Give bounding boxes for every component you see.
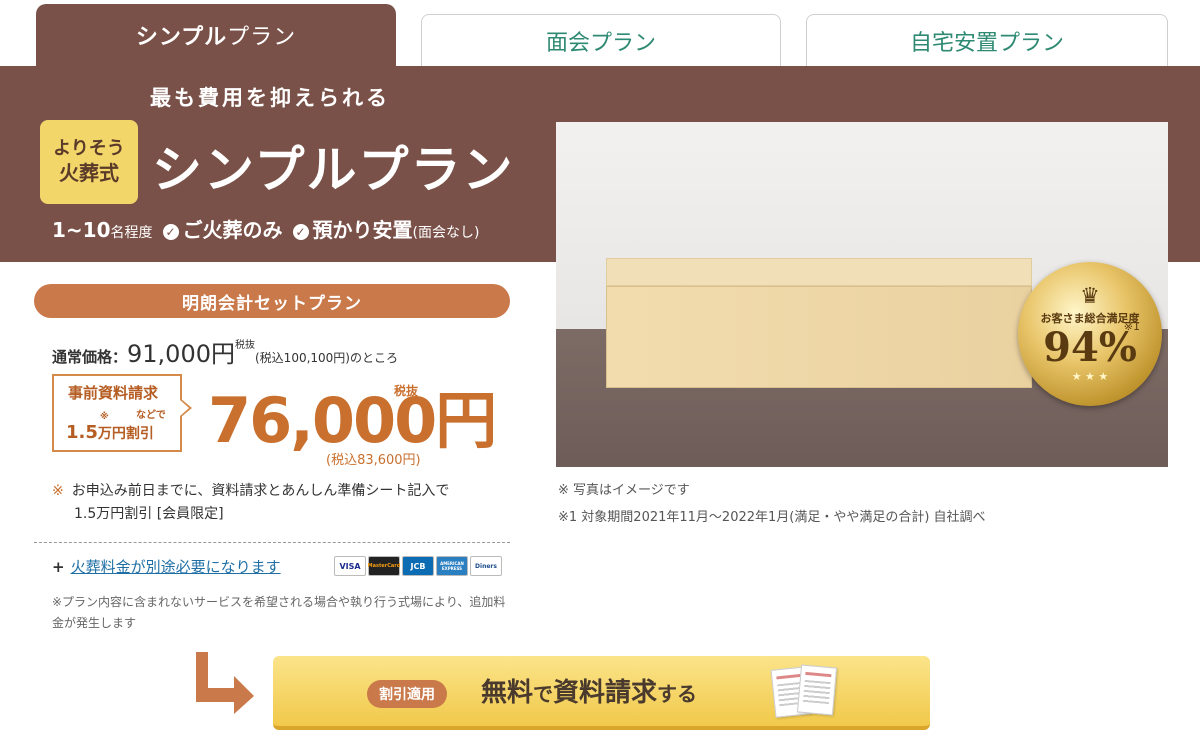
regular-price: 通常価格：91,000円税抜(税込100,100円)のところ <box>52 334 398 369</box>
discount-line2: などで <box>136 410 166 421</box>
card-logos: VISA MasterCard JCB AMERICAN EXPRESS Din… <box>334 556 502 576</box>
regular-price-rest: (税込100,100円)のところ <box>255 351 398 365</box>
plan-pill: 明朗会計セットプラン <box>34 284 510 318</box>
cta-text3: 資料請求 <box>553 678 658 708</box>
tab-visit-plan-label: 面会プラン <box>545 30 656 56</box>
capacity: 1~10名程度 <box>52 218 153 242</box>
feature-storage: ✓ 預かり安置(面会なし) <box>292 214 480 243</box>
jcb-icon: JCB <box>402 556 434 576</box>
plus-icon: + <box>52 558 65 576</box>
stars-icon: ★ ★ ★ <box>1071 369 1109 383</box>
coffin-lid <box>606 258 1032 286</box>
brand-logo-line1: よりそう <box>53 138 125 159</box>
discount-mark: ※ <box>100 412 109 422</box>
brochure-page <box>796 664 838 716</box>
cta-label: 無料で資料請求する <box>481 672 697 709</box>
hero-subtitle: 最も費用を抑えられる <box>150 86 390 110</box>
feature-note: (面会なし) <box>412 225 480 241</box>
discount-box: 事前資料請求 ※ などで 1.5万円割引 <box>52 374 182 452</box>
feature-cremation-label: ご火葬のみ <box>182 218 283 242</box>
brochure-icon <box>770 664 838 720</box>
photo-note: ※ 写真はイメージです <box>558 483 690 498</box>
tab-simple-plan-light: プラン <box>227 25 297 50</box>
visa-icon: VISA <box>334 556 366 576</box>
regular-price-tax: 税抜 <box>235 340 255 351</box>
discount-number: 1.5 <box>66 422 98 443</box>
discount-note-line1: ※ お申込み前日までに、資料請求とあんしん準備シート記入で <box>52 480 512 503</box>
cta-text4: する <box>657 682 698 706</box>
discount-note-text1: お申込み前日までに、資料請求とあんしん準備シート記入で <box>71 483 450 499</box>
dashed-divider <box>34 542 510 543</box>
check-icon: ✓ <box>162 224 179 240</box>
check-icon: ✓ <box>292 224 309 240</box>
discount-arrow-inner <box>180 400 189 416</box>
discount-note-line2: 1.5万円割引 [会員限定] <box>74 506 224 522</box>
plan-price-incl: (税込83,600円) <box>326 453 421 468</box>
hero-features: 1~10名程度 ✓ ご火葬のみ ✓ 預かり安置(面会なし) <box>52 214 479 243</box>
regular-price-label: 通常価格： <box>52 348 128 366</box>
tab-home-plan-label: 自宅安置プラン <box>909 30 1064 56</box>
discount-unit: 万円割引 <box>97 426 154 442</box>
capacity-suffix: 名程度 <box>110 225 153 241</box>
brand-logo-line2: 火葬式 <box>59 161 119 185</box>
capacity-number: 1~10 <box>52 218 111 242</box>
discount-badge: 割引適用 <box>367 680 447 708</box>
tab-visit-plan[interactable]: 面会プラン <box>421 14 781 66</box>
discount-note: ※ お申込み前日までに、資料請求とあんしん準備シート記入で 1.5万円割引 [会員… <box>52 480 512 526</box>
arrow-down-right-icon <box>196 652 254 714</box>
brand-logo: よりそう 火葬式 <box>40 120 138 204</box>
seal-note: ※1 <box>1123 320 1140 333</box>
feature-cremation: ✓ ご火葬のみ <box>162 214 283 243</box>
cta-text2: で <box>533 682 554 706</box>
request-brochure-button[interactable]: 割引適用 無料で資料請求する <box>273 656 930 730</box>
feature-storage-label: 預かり安置 <box>312 218 413 242</box>
service-note: ※プラン内容に含まれないサービスを希望される場合や執り行う式場により、追加料金が… <box>52 595 506 630</box>
diners-icon: Diners <box>470 556 502 576</box>
amex-icon: AMERICAN EXPRESS <box>436 556 468 576</box>
hero-title: シンプルプラン <box>152 141 515 199</box>
survey-note: ※1 対象期間2021年11月〜2022年1月(満足・やや満足の合計) 自社調べ <box>558 510 986 525</box>
plan-price: 76,000円 <box>208 384 497 457</box>
tab-home-plan[interactable]: 自宅安置プラン <box>806 14 1168 66</box>
note-mark: ※ <box>52 483 64 499</box>
mastercard-icon: MasterCard <box>368 556 400 576</box>
regular-price-amount: 91,000円 <box>127 340 235 368</box>
cremation-fee-link[interactable]: + 火葬料金が別途必要になります <box>52 556 281 577</box>
crown-icon: ♛ <box>1080 283 1100 309</box>
satisfaction-seal: ♛ お客さま総合満足度 94% ※1 ★ ★ ★ <box>1018 262 1162 406</box>
coffin-body <box>606 286 1032 388</box>
tab-simple-plan[interactable]: シンプル プラン <box>36 4 396 66</box>
tab-simple-plan-bold: シンプル <box>135 25 228 50</box>
plan-price-tax: 税抜 <box>394 384 419 398</box>
discount-line1: 事前資料請求 <box>68 384 159 402</box>
cta-text1: 無料 <box>481 678 534 708</box>
cremation-fee-link-text: 火葬料金が別途必要になります <box>70 558 281 576</box>
seal-value: 94% <box>1043 323 1137 371</box>
discount-amount: 1.5万円割引 <box>66 422 154 443</box>
